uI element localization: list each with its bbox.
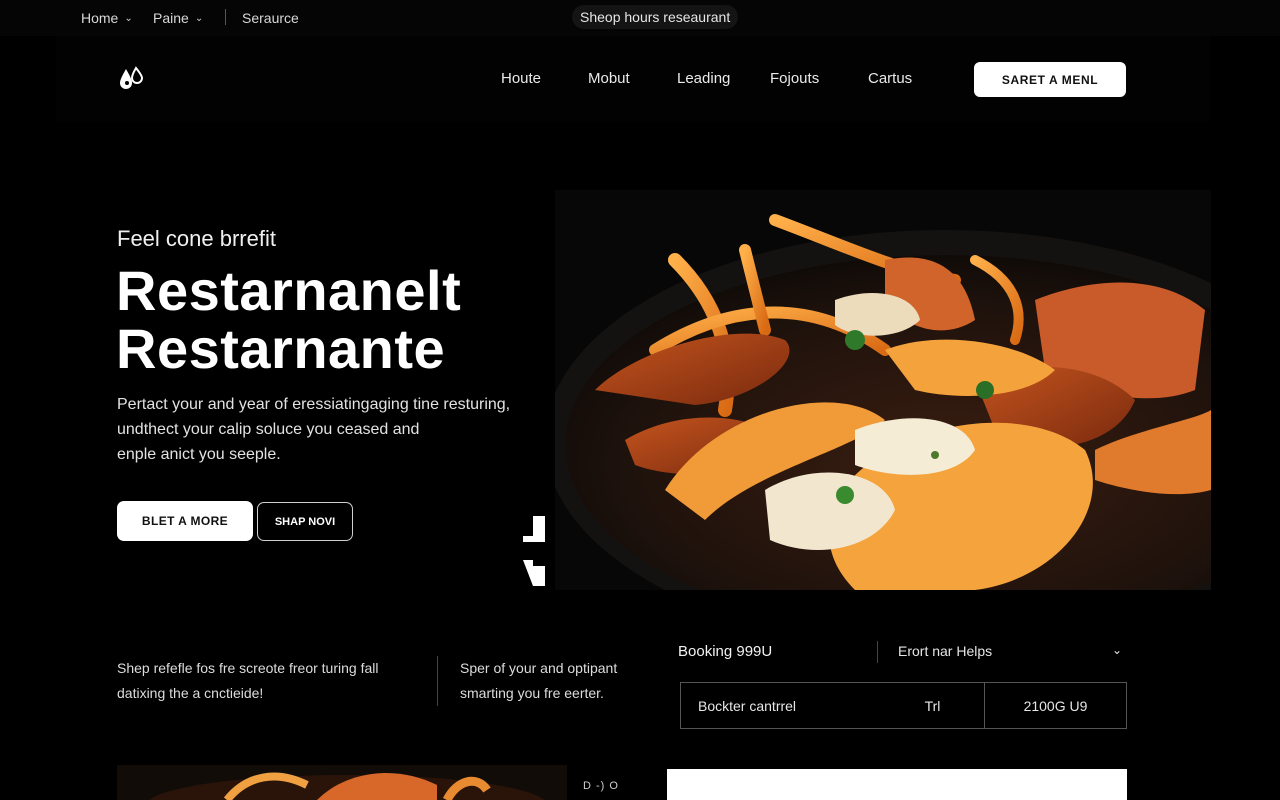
start-menu-button[interactable]: SARET A MENL bbox=[974, 62, 1126, 97]
info-column-2: Sper of your and optipant smarting you f… bbox=[460, 656, 617, 706]
hero-desc-line3: enple anict you seeple. bbox=[117, 446, 281, 463]
logo-icon[interactable] bbox=[118, 66, 146, 92]
info-col1-line2: datixing the a cnctieide! bbox=[117, 685, 264, 701]
hero-desc-line2: undthect your calip soluce you ceased an… bbox=[117, 421, 420, 438]
nav-link-leading[interactable]: Leading bbox=[677, 70, 730, 87]
util-page-menu[interactable]: Paine ⌄ bbox=[153, 10, 203, 26]
learn-more-button[interactable]: BLET A MORE bbox=[117, 501, 253, 541]
hero-description: Pertact your and year of eressiatingagin… bbox=[117, 392, 557, 467]
util-home-menu[interactable]: Home ⌄ bbox=[81, 10, 133, 26]
util-page-label: Paine bbox=[153, 10, 189, 26]
booking-cell-date: 2100G U9 bbox=[1023, 697, 1088, 714]
divider bbox=[877, 641, 878, 663]
bottom-card-label: D -) O bbox=[583, 780, 619, 792]
hero-desc-line1: Pertact your and year of eressiatingagin… bbox=[117, 396, 511, 413]
util-search-label: Seraurce bbox=[242, 10, 299, 26]
nav-link-fojouts[interactable]: Fojouts bbox=[770, 70, 819, 87]
hero-title-line1: Restarnanelt bbox=[116, 259, 462, 322]
chevron-down-icon: ⌄ bbox=[124, 12, 133, 24]
nav-link-mobut[interactable]: Mobut bbox=[588, 70, 630, 87]
slider-indicator-icon[interactable] bbox=[521, 516, 545, 586]
nav-link-houte[interactable]: Houte bbox=[501, 70, 541, 87]
bottom-card-food-image[interactable] bbox=[117, 765, 567, 800]
chevron-down-icon: ⌄ bbox=[1111, 643, 1122, 657]
bottom-white-card[interactable] bbox=[667, 769, 1127, 800]
hero-kicker: Feel cone brrefit bbox=[117, 226, 276, 251]
hero-food-image bbox=[555, 190, 1211, 590]
booking-cell-type: Trl bbox=[881, 683, 985, 728]
main-nav: Houte Mobut Leading Fojouts Cartus SARET… bbox=[56, 36, 1210, 122]
divider bbox=[225, 9, 226, 25]
booking-select[interactable]: Erort nar Helps ⌄ bbox=[898, 643, 1122, 659]
util-search-link[interactable]: Seraurce bbox=[242, 10, 299, 26]
nav-link-cartus[interactable]: Cartus bbox=[868, 70, 912, 87]
shop-now-button[interactable]: SHAP NOVI bbox=[257, 502, 353, 541]
divider bbox=[437, 656, 438, 706]
utility-bar: Home ⌄ Paine ⌄ Seraurce Sheop hours rese… bbox=[0, 0, 1280, 36]
hours-pill[interactable]: Sheop hours reseaurant bbox=[572, 5, 739, 29]
booking-table-row[interactable]: Bockter cantrrel Trl 2100G U9 bbox=[680, 682, 1127, 729]
info-col1-line1: Shep refefle fos fre screote freor turin… bbox=[117, 660, 379, 676]
booking-select-value: Erort nar Helps bbox=[898, 643, 993, 659]
chevron-down-icon: ⌄ bbox=[194, 12, 204, 24]
booking-cell-name: Bockter cantrrel bbox=[698, 697, 797, 714]
util-home-label: Home bbox=[81, 10, 119, 26]
info-col2-line1: Sper of your and optipant bbox=[460, 660, 618, 676]
hero-title-line2: Restarnante bbox=[116, 317, 446, 380]
hero-title: Restarnanelt Restarnante bbox=[116, 262, 461, 378]
info-column-1: Shep refefle fos fre screote freor turin… bbox=[117, 656, 378, 706]
info-col2-line2: smarting you fre eerter. bbox=[460, 685, 604, 701]
booking-label: Booking 999U bbox=[678, 643, 773, 660]
